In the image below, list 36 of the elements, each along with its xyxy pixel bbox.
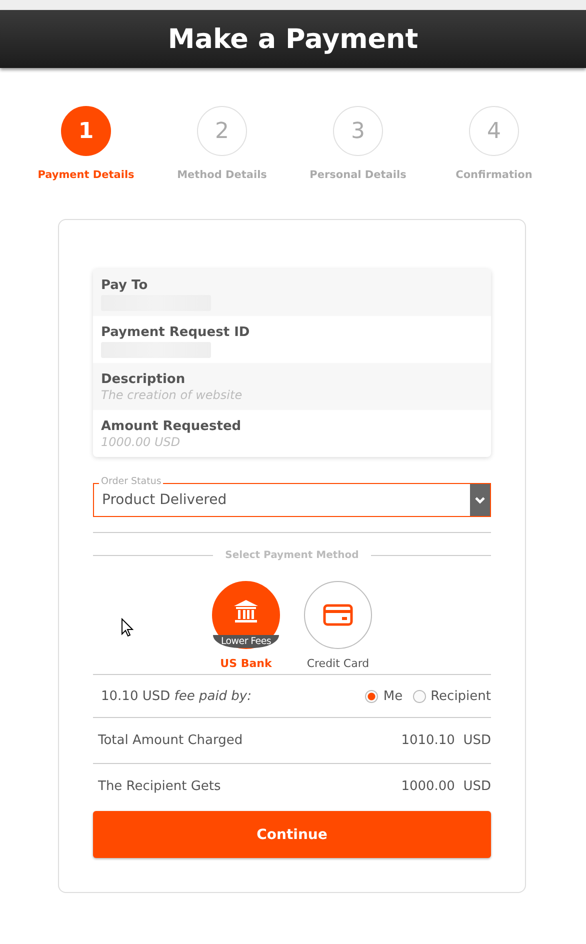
order-status-select[interactable]: Product Delivered <box>93 483 491 517</box>
section-heading: Select Payment Method <box>225 550 359 561</box>
radio-button[interactable] <box>365 690 378 702</box>
step-number[interactable]: 1 <box>61 106 111 156</box>
radio-button[interactable] <box>412 690 426 702</box>
detail-value: The creation of website <box>101 388 242 402</box>
continue-button[interactable]: Continue <box>93 811 491 858</box>
credit-card-icon <box>323 604 353 626</box>
detail-label: Amount Requested <box>101 419 242 434</box>
payment-method-option[interactable]: Lower Fees <box>212 581 280 649</box>
fee-text: 10.10 USD fee paid by: <box>101 688 252 704</box>
step-number[interactable]: 2 <box>197 106 247 156</box>
detail-label: Payment Request ID <box>101 325 250 340</box>
bank-icon <box>233 598 259 624</box>
step-label: Payment Details <box>38 169 134 181</box>
mouse-cursor-icon <box>121 618 135 638</box>
caret-icon <box>470 484 490 516</box>
page-title: Make a Payment <box>168 24 418 54</box>
detail-value: 1000.00 USD <box>101 435 180 449</box>
total-label: The Recipient Gets <box>98 779 221 794</box>
step-number[interactable]: 3 <box>333 106 383 156</box>
ribbon-badge: Lower Fees <box>213 635 279 648</box>
method-label: US Bank <box>220 657 272 670</box>
step-number[interactable]: 4 <box>469 106 519 156</box>
total-amount: 1010.10 USD <box>401 733 491 748</box>
radio-option[interactable]: Recipient <box>412 688 491 704</box>
detail-label: Description <box>101 372 186 387</box>
detail-label: Pay To <box>101 278 148 293</box>
total-amount: 1000.00 USD <box>401 779 491 794</box>
step-label: Method Details <box>177 169 267 181</box>
radio-option[interactable]: Me <box>365 688 403 704</box>
payment-method-option[interactable] <box>304 581 372 649</box>
step-label: Confirmation <box>456 169 532 181</box>
total-label: Total Amount Charged <box>98 733 243 748</box>
method-label: Credit Card <box>306 657 370 670</box>
step-label: Personal Details <box>310 169 406 181</box>
